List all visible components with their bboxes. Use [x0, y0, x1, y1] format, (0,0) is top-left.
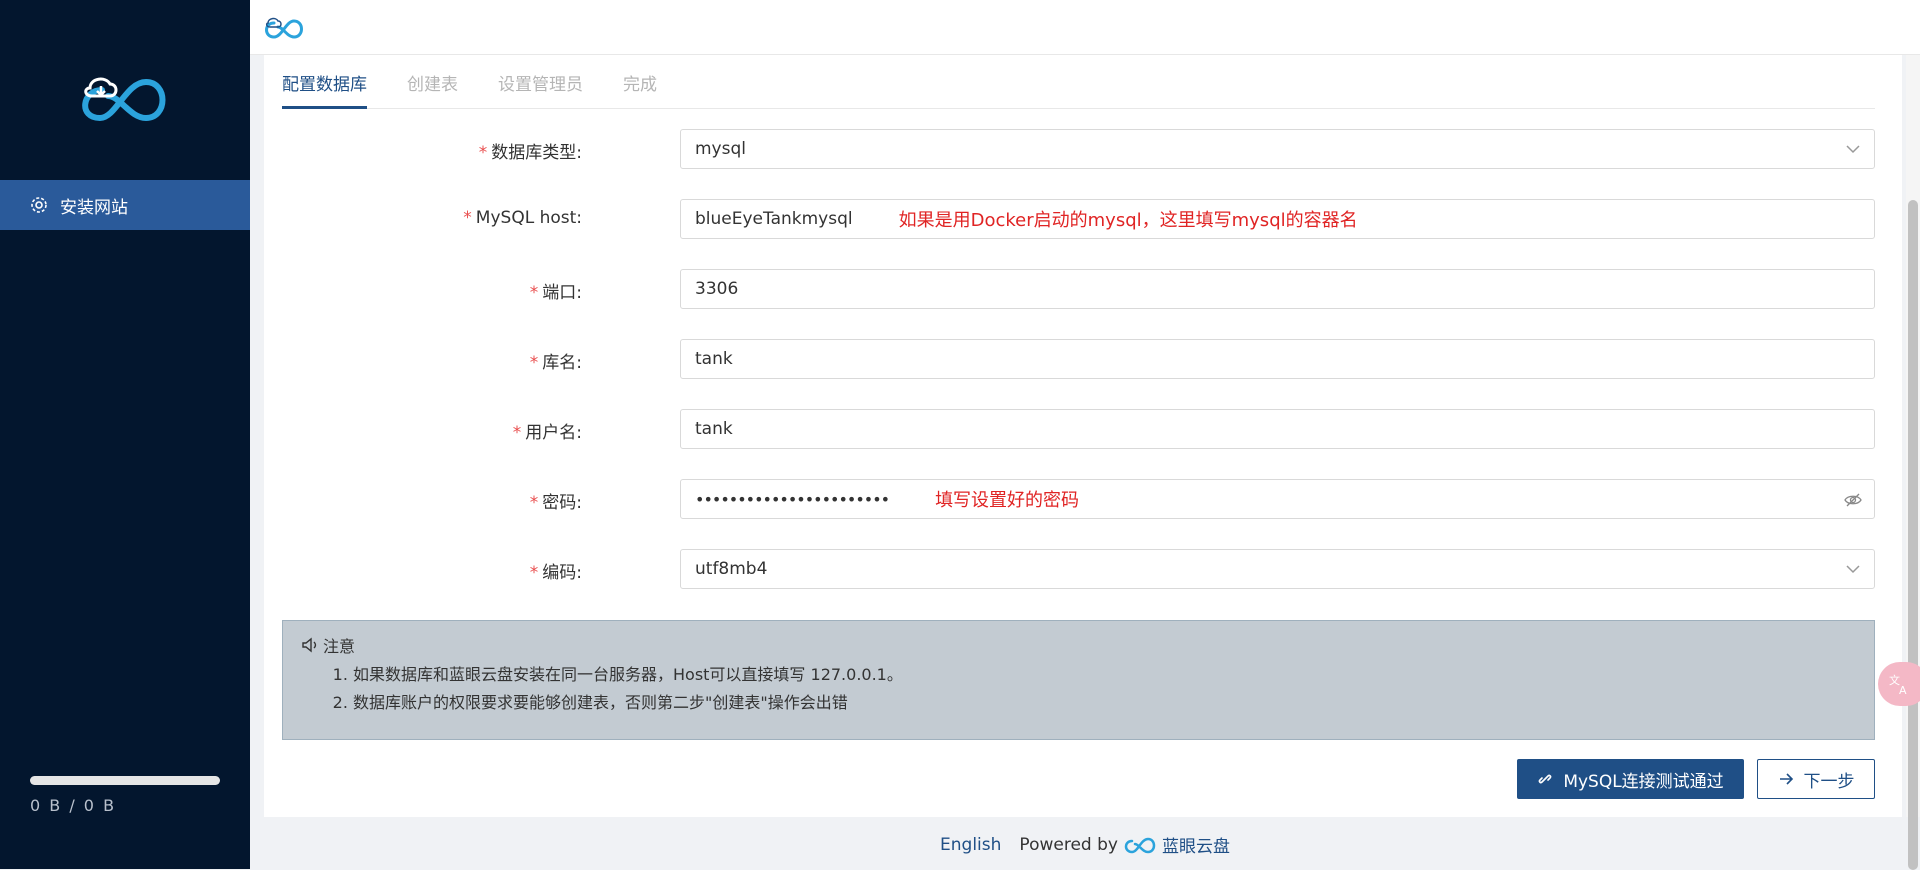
form-row-db-type: * 数据库类型: mysql: [282, 129, 1875, 169]
notice-title: 注意: [301, 633, 1856, 657]
notice-item: 数据库账户的权限要求要能够创建表，否则第二步"创建表"操作会出错: [353, 689, 1856, 717]
translate-icon: 文A: [1889, 673, 1907, 696]
tab-configure-database[interactable]: 配置数据库: [282, 56, 367, 109]
charset-value: utf8mb4: [695, 559, 768, 579]
password-hint: 填写设置好的密码: [935, 490, 1080, 511]
sidebar: 安装网站 0 B / 0 B: [0, 0, 250, 869]
form-row-host: * MySQL host: blueEyeTankmysql 如果是用Docker…: [282, 199, 1875, 239]
port-input[interactable]: 3306: [680, 269, 1875, 309]
gear-icon: [30, 196, 48, 214]
sidebar-item-install-site[interactable]: 安装网站: [0, 180, 250, 230]
notice-box: 注意 如果数据库和蓝眼云盘安装在同一台服务器，Host可以直接填写 127.0.…: [282, 620, 1875, 740]
arrow-right-icon: [1778, 771, 1794, 787]
host-value: blueEyeTankmysql: [695, 209, 853, 229]
test-connection-button[interactable]: MySQL连接测试通过: [1517, 759, 1744, 799]
host-label: * MySQL host:: [463, 208, 582, 228]
chevron-down-icon: [1846, 145, 1860, 154]
db-name-value: tank: [695, 349, 733, 369]
step-tabs: 配置数据库 创建表 设置管理员 完成: [282, 56, 1875, 109]
db-type-value: mysql: [695, 139, 746, 159]
port-label: * 端口:: [529, 283, 582, 303]
db-name-label: * 库名:: [529, 353, 582, 373]
charset-label: * 编码:: [529, 563, 582, 583]
form-row-password: * 密码: ••••••••••••••••••••••• 填写设置好的密码: [282, 479, 1875, 519]
db-type-select[interactable]: mysql: [680, 129, 1875, 169]
top-bar: [250, 0, 1920, 55]
next-step-button[interactable]: 下一步: [1757, 759, 1875, 799]
scrollbar-thumb[interactable]: [1908, 200, 1918, 870]
brand-link[interactable]: 蓝眼云盘: [1162, 832, 1230, 857]
db-name-input[interactable]: tank: [680, 339, 1875, 379]
tab-finish[interactable]: 完成: [623, 56, 657, 109]
form-row-db-name: * 库名: tank: [282, 339, 1875, 379]
charset-select[interactable]: utf8mb4: [680, 549, 1875, 589]
speaker-icon: [302, 637, 317, 653]
notice-item: 如果数据库和蓝眼云盘安装在同一台服务器，Host可以直接填写 127.0.0.1…: [353, 661, 1856, 689]
eye-off-icon[interactable]: [1844, 491, 1862, 509]
host-input[interactable]: blueEyeTankmysql 如果是用Docker启动的mysql，这里填写…: [680, 199, 1875, 239]
translate-float-button[interactable]: 文A: [1878, 662, 1920, 706]
footer: English Powered by 蓝眼云盘: [250, 820, 1920, 869]
top-logo-icon: [265, 17, 303, 39]
username-input[interactable]: tank: [680, 409, 1875, 449]
footer-logo-icon: [1124, 837, 1156, 853]
language-link[interactable]: English: [940, 835, 1001, 855]
sidebar-item-label: 安装网站: [60, 197, 128, 218]
username-value: tank: [695, 419, 733, 439]
db-type-label: * 数据库类型:: [478, 143, 582, 163]
storage-usage-bar: [30, 776, 220, 785]
storage-usage-text: 0 B / 0 B: [30, 796, 117, 815]
app-logo-icon: [82, 77, 166, 122]
form-row-charset: * 编码: utf8mb4: [282, 549, 1875, 589]
tab-create-tables[interactable]: 创建表: [407, 56, 458, 109]
password-value: •••••••••••••••••••••••: [695, 489, 890, 509]
port-value: 3306: [695, 279, 739, 299]
link-icon: [1537, 771, 1553, 787]
svg-text:A: A: [1899, 684, 1907, 696]
form-row-username: * 用户名: tank: [282, 409, 1875, 449]
notice-list: 如果数据库和蓝眼云盘安装在同一台服务器，Host可以直接填写 127.0.0.1…: [353, 661, 1856, 717]
form-row-port: * 端口: 3306: [282, 269, 1875, 309]
tab-set-admin[interactable]: 设置管理员: [498, 56, 583, 109]
username-label: * 用户名:: [512, 423, 582, 443]
password-input[interactable]: ••••••••••••••••••••••• 填写设置好的密码: [680, 479, 1875, 519]
host-hint: 如果是用Docker启动的mysql，这里填写mysql的容器名: [898, 210, 1358, 231]
password-label: * 密码:: [529, 493, 582, 513]
chevron-down-icon: [1846, 565, 1860, 574]
powered-by-text: Powered by: [1019, 834, 1118, 855]
